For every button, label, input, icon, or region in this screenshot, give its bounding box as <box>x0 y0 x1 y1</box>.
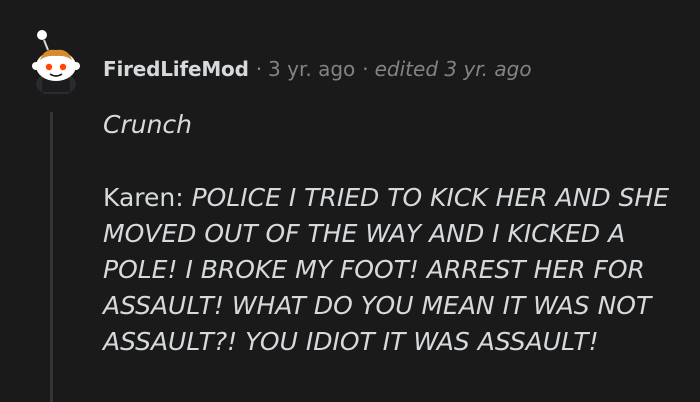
comment: FiredLifeMod · 3 yr. ago · edited 3 yr. … <box>0 0 700 402</box>
comment-paragraph: Crunch <box>103 110 193 139</box>
edited-timestamp: edited 3 yr. ago <box>374 57 532 81</box>
author-link[interactable]: FiredLifeMod <box>103 57 249 81</box>
meta-separator: · <box>362 57 369 81</box>
comment-meta: FiredLifeMod · 3 yr. ago · edited 3 yr. … <box>103 54 532 84</box>
thread-line[interactable] <box>50 112 53 402</box>
speaker-label: Karen: <box>103 183 184 212</box>
snoo-avatar-icon <box>32 30 80 94</box>
comment-timestamp[interactable]: 3 yr. ago <box>268 57 355 81</box>
comment-body: Crunch Karen: POLICE I TRIED TO KICK HER… <box>103 107 683 360</box>
comment-paragraph: Karen: POLICE I TRIED TO KICK HER AND SH… <box>103 180 683 360</box>
quoted-text: POLICE I TRIED TO KICK HER AND SHE MOVED… <box>103 183 670 356</box>
avatar[interactable] <box>24 28 82 94</box>
meta-separator: · <box>255 57 263 81</box>
